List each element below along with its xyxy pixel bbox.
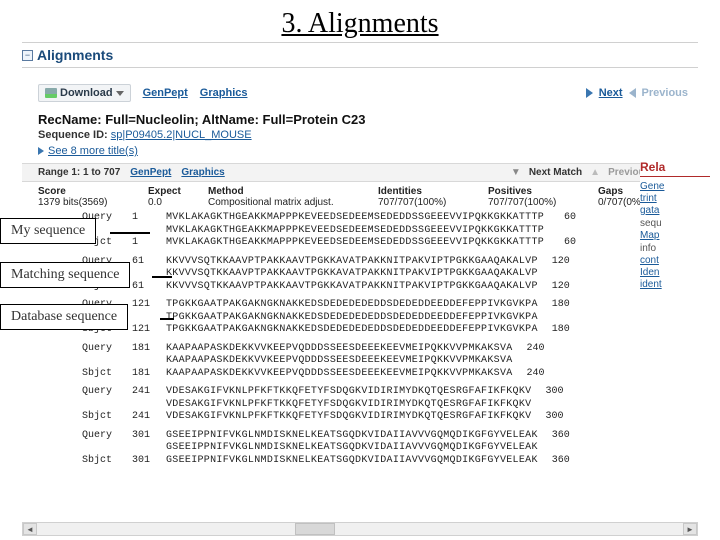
alignment-row: VDESAKGIFVKNLPFKFTKKQFETYFSDQGKVIDIRIMYD… — [82, 399, 682, 412]
alignment-row: Query181KAAPAAPASKDEKKVVKEEPVQDDDSSEESDE… — [82, 343, 682, 356]
annotation-database-sequence: Database sequence — [0, 304, 128, 330]
alignments-section-header[interactable]: − Alignments — [22, 43, 698, 68]
col-expect-hdr: Expect — [148, 186, 208, 197]
alignment-row: Query1MVKLAKAGKTHGEAKKMAPPPKEVEEDSEDEEMS… — [82, 212, 682, 225]
sequence-id-line: Sequence ID: sp|P09405.2|NUCL_MOUSE — [22, 129, 698, 143]
col-method-hdr: Method — [208, 186, 378, 197]
alignment-row: Sbjct241VDESAKGIFVKNLPFKFTKKQFETYFSDQGKV… — [82, 411, 682, 424]
alignments-panel: − Alignments Download GenPept Graphics N… — [22, 42, 698, 467]
col-ident-hdr: Identities — [378, 186, 488, 197]
alignment-row: GSEEIPPNIFVKGLNMDISKNELKEATSGQDKVIDAIIAV… — [82, 442, 682, 455]
related-link[interactable]: Gene — [640, 181, 710, 192]
alignment-row: MVKLAKAGKTHGEAKKMAPPPKEVEEDSEDEEMSEDEDDS… — [82, 225, 682, 238]
hit-toolbar: Download GenPept Graphics Next Previous — [22, 68, 698, 108]
related-header: Rela — [640, 160, 710, 177]
ident-value: 707/707(100%) — [378, 197, 488, 208]
score-value: 1379 bits(3569) — [38, 197, 148, 208]
related-link[interactable]: cont — [640, 255, 710, 266]
horizontal-scrollbar[interactable]: ◄ ► — [22, 522, 698, 536]
alignment-row: Query61KKVVVSQTKKAAVPTPAKKAAVTPGKKAVATPA… — [82, 256, 682, 269]
range-label: Range 1: 1 to 707 — [38, 167, 120, 178]
genpept-link[interactable]: GenPept — [143, 87, 188, 99]
collapse-icon[interactable]: − — [22, 50, 33, 61]
related-text: info — [640, 243, 656, 254]
next-link[interactable]: Next — [599, 87, 623, 99]
related-link[interactable]: Iden — [640, 267, 710, 278]
related-link[interactable]: gata — [640, 205, 710, 216]
sequence-id-link[interactable]: sp|P09405.2|NUCL_MOUSE — [111, 129, 252, 141]
related-link[interactable]: trint — [640, 193, 710, 204]
scroll-thumb[interactable] — [295, 523, 335, 535]
alignment-row: Sbjct61KKVVVSQTKKAAVPTPAKKAAVTPGKKAVATPA… — [82, 281, 682, 294]
expect-value: 0.0 — [148, 197, 208, 208]
annotation-my-sequence: My sequence — [0, 218, 96, 244]
previous-link: Previous — [642, 87, 688, 99]
see-more-link[interactable]: See 8 more title(s) — [48, 145, 138, 157]
alignment-row: Sbjct1MVKLAKAGKTHGEAKKMAPPPKEVEEDSEDEEMS… — [82, 237, 682, 250]
scroll-left-icon[interactable]: ◄ — [23, 523, 37, 535]
alignment-row: Query241VDESAKGIFVKNLPFKFTKKQFETYFSDQGKV… — [82, 386, 682, 399]
expand-icon — [38, 147, 44, 155]
alignment-row: Query301GSEEIPPNIFVKGLNMDISKNELKEATSGQDK… — [82, 430, 682, 443]
pos-value: 707/707(100%) — [488, 197, 598, 208]
download-icon — [45, 88, 57, 98]
graphics-link[interactable]: Graphics — [200, 87, 248, 99]
download-button[interactable]: Download — [38, 84, 131, 102]
alignment-row: Sbjct181KAAPAAPASKDEKKVVKEEPVQDDDSSEESDE… — [82, 368, 682, 381]
col-pos-hdr: Positives — [488, 186, 598, 197]
download-label: Download — [60, 87, 113, 99]
alignment-row: Query121TPGKKGAATPAKGAKNGKNAKKEDSDEDEDED… — [82, 299, 682, 312]
alignment-row: KKVVVSQTKKAAVPTPAKKAAVTPGKKAVATPAKKNITPA… — [82, 268, 682, 281]
related-link[interactable]: Map — [640, 230, 710, 241]
alignment-row: Sbjct301GSEEIPPNIFVKGLNMDISKNELKEATSGQDK… — [82, 455, 682, 468]
alignment-block: Query1MVKLAKAGKTHGEAKKMAPPPKEVEEDSEDEEMS… — [22, 212, 698, 467]
hit-title: RecName: Full=Nucleolin; AltName: Full=P… — [22, 108, 698, 129]
stats-header: Score Expect Method Identities Positives… — [22, 182, 698, 197]
method-value: Compositional matrix adjust. — [208, 197, 378, 208]
slide-title: 3. Alignments — [0, 0, 720, 42]
alignment-row: Sbjct121TPGKKGAATPAKGAKNGKNAKKEDSDEDEDED… — [82, 324, 682, 337]
previous-icon — [629, 88, 636, 98]
related-panel: Rela Gene trint gata sequ Map info cont … — [640, 160, 710, 291]
range-graphics-link[interactable]: Graphics — [181, 167, 224, 178]
next-match[interactable]: Next Match — [529, 167, 582, 178]
related-link[interactable]: ident — [640, 279, 710, 290]
scroll-track[interactable] — [37, 523, 683, 535]
col-score-hdr: Score — [38, 186, 148, 197]
see-more-titles[interactable]: See 8 more title(s) — [22, 143, 698, 163]
sequence-id-label: Sequence ID: — [38, 129, 108, 141]
alignment-row: KAAPAAPASKDEKKVVKEEPVQDDDSSEESDEEEKEEVME… — [82, 355, 682, 368]
stats-row: 1379 bits(3569) 0.0 Compositional matrix… — [22, 197, 698, 212]
range-bar: Range 1: 1 to 707 GenPept Graphics ▼ Nex… — [22, 163, 698, 182]
next-icon[interactable] — [586, 88, 593, 98]
scroll-right-icon[interactable]: ► — [683, 523, 697, 535]
chevron-down-icon — [116, 91, 124, 96]
range-genpept-link[interactable]: GenPept — [130, 167, 171, 178]
related-text: sequ — [640, 218, 662, 229]
annotation-matching-sequence: Matching sequence — [0, 262, 130, 288]
section-title: Alignments — [37, 47, 113, 63]
